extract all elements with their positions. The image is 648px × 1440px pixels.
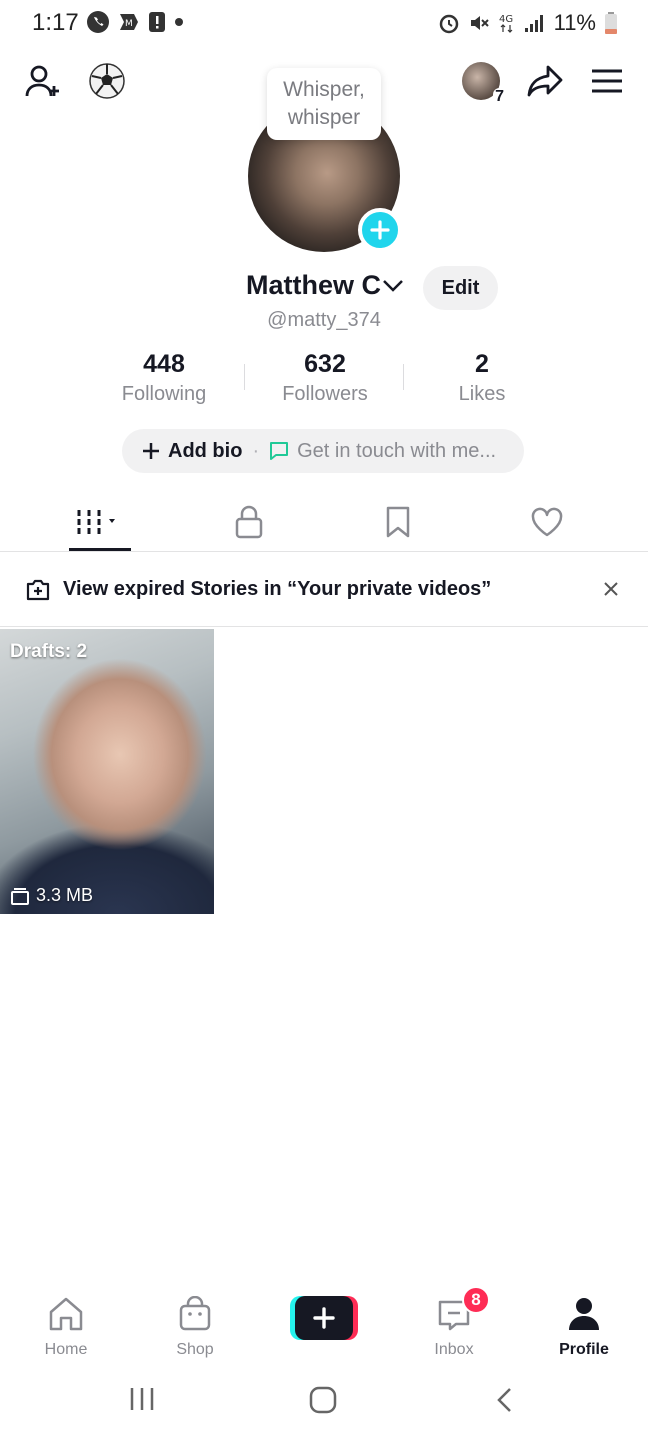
draft-size: 3.3 MB: [10, 885, 93, 906]
stat-following[interactable]: 448 Following: [94, 350, 234, 406]
svg-text:4G: 4G: [499, 14, 513, 25]
share-icon[interactable]: [526, 62, 564, 100]
drafts-label: Drafts: 2: [10, 641, 88, 662]
bubble-line-1: Whisper,: [283, 78, 365, 101]
nav-shop-label: Shop: [176, 1341, 214, 1358]
name-row: Matthew C Edit: [0, 266, 648, 310]
close-icon[interactable]: [602, 580, 620, 598]
status-bar: 1:17 M 4G 11%: [0, 0, 648, 48]
nav-inbox[interactable]: 8 Inbox: [404, 1286, 504, 1359]
back-button[interactable]: [494, 1386, 514, 1419]
add-bio-button[interactable]: Add bio: [142, 440, 242, 463]
friends-avatar[interactable]: 7: [462, 62, 506, 106]
menu-icon[interactable]: [590, 64, 624, 98]
draft-size-label: 3.3 MB: [36, 885, 94, 905]
bio-pill: Add bio · Get in touch with me...: [122, 429, 524, 473]
app-notification-icon: M: [120, 14, 138, 30]
content-tabs: [0, 494, 648, 552]
profile-icon: [569, 1298, 599, 1330]
nav-profile-label: Profile: [559, 1341, 609, 1358]
edit-profile-button[interactable]: Edit: [423, 266, 498, 310]
battery-percent: 11%: [553, 10, 596, 35]
bookmark-icon: [386, 506, 410, 538]
plus-icon: [143, 443, 159, 459]
add-user-icon[interactable]: [24, 62, 62, 100]
profile-name[interactable]: Matthew C: [246, 270, 381, 301]
inbox-badge: 8: [462, 1286, 490, 1314]
bubble-line-2: whisper: [287, 106, 361, 129]
contact-button[interactable]: Get in touch with me...: [269, 440, 496, 463]
nav-inbox-label: Inbox: [434, 1341, 474, 1358]
stat-followers[interactable]: 632 Followers: [255, 350, 395, 406]
following-count: 448: [143, 350, 185, 378]
message-icon: [270, 442, 289, 460]
contact-label: Get in touch with me...: [297, 439, 497, 462]
plus-icon: [313, 1307, 335, 1329]
top-nav-right: 7: [462, 62, 624, 106]
dot-icon: [175, 18, 183, 26]
home-system-button[interactable]: [309, 1386, 337, 1419]
chevron-down-icon[interactable]: [382, 278, 404, 294]
bio-separator: ·: [252, 439, 260, 462]
story-icon: [26, 579, 50, 601]
following-label: Following: [121, 383, 207, 405]
system-nav: [0, 1376, 648, 1426]
followers-label: Followers: [282, 383, 368, 405]
whisper-bubble[interactable]: Whisper, whisper: [267, 68, 381, 140]
recent-apps-icon: [130, 1388, 154, 1410]
draft-icon: [11, 887, 29, 905]
status-time: 1:17: [32, 9, 79, 36]
create-button[interactable]: [290, 1296, 358, 1340]
profile-handle: @matty_374: [267, 309, 381, 331]
likes-label: Likes: [458, 383, 506, 405]
alert-icon: [149, 12, 165, 32]
status-right-icons: 4G 11%: [438, 10, 618, 36]
status-left-icons: M: [86, 10, 184, 34]
nav-home-label: Home: [44, 1341, 88, 1358]
profile-stats: 448 Following 632 Followers 2 Likes: [0, 350, 648, 410]
top-nav-left: [24, 62, 126, 100]
svg-text:M: M: [125, 19, 133, 29]
nav-profile[interactable]: Profile: [534, 1296, 634, 1359]
followers-count: 632: [304, 350, 346, 378]
home-system-icon: [309, 1386, 337, 1414]
shop-icon: [179, 1295, 211, 1331]
alarm-icon: [439, 14, 458, 34]
plus-icon: [370, 220, 390, 240]
drafts-tile[interactable]: Drafts: 2 3.3 MB: [0, 629, 214, 914]
expired-stories-banner[interactable]: View expired Stories in “Your private vi…: [0, 553, 648, 627]
tab-videos[interactable]: [70, 500, 130, 544]
stat-likes[interactable]: 2 Likes: [412, 350, 552, 406]
banner-text: View expired Stories in “Your private vi…: [63, 578, 492, 600]
friends-badge: 7: [493, 88, 506, 106]
whatsapp-icon: [87, 11, 109, 33]
back-icon: [497, 1388, 511, 1412]
4g-icon: 4G: [499, 14, 513, 33]
stat-divider: [403, 364, 404, 390]
battery-icon: [605, 12, 617, 34]
nav-shop[interactable]: Shop: [145, 1295, 245, 1359]
active-tab-indicator: [69, 548, 131, 551]
home-icon: [49, 1297, 83, 1331]
soccer-ball-icon[interactable]: [88, 62, 126, 100]
likes-count: 2: [475, 350, 489, 378]
tab-liked[interactable]: [517, 500, 577, 544]
grid-icon: [77, 510, 115, 534]
mute-icon: [470, 16, 489, 30]
stat-divider: [244, 364, 245, 390]
recent-apps-button[interactable]: [128, 1386, 156, 1417]
tab-private[interactable]: [219, 500, 279, 544]
tab-saved[interactable]: [368, 500, 428, 544]
add-story-button[interactable]: [358, 208, 402, 252]
create-button-core: [295, 1296, 353, 1340]
signal-icon: [524, 15, 543, 32]
add-bio-label: Add bio: [168, 439, 243, 462]
bottom-nav: Home Shop 8 Inbox Profile: [0, 1284, 648, 1364]
nav-home[interactable]: Home: [16, 1296, 116, 1359]
lock-icon: [235, 505, 263, 539]
heart-icon: [531, 507, 563, 537]
